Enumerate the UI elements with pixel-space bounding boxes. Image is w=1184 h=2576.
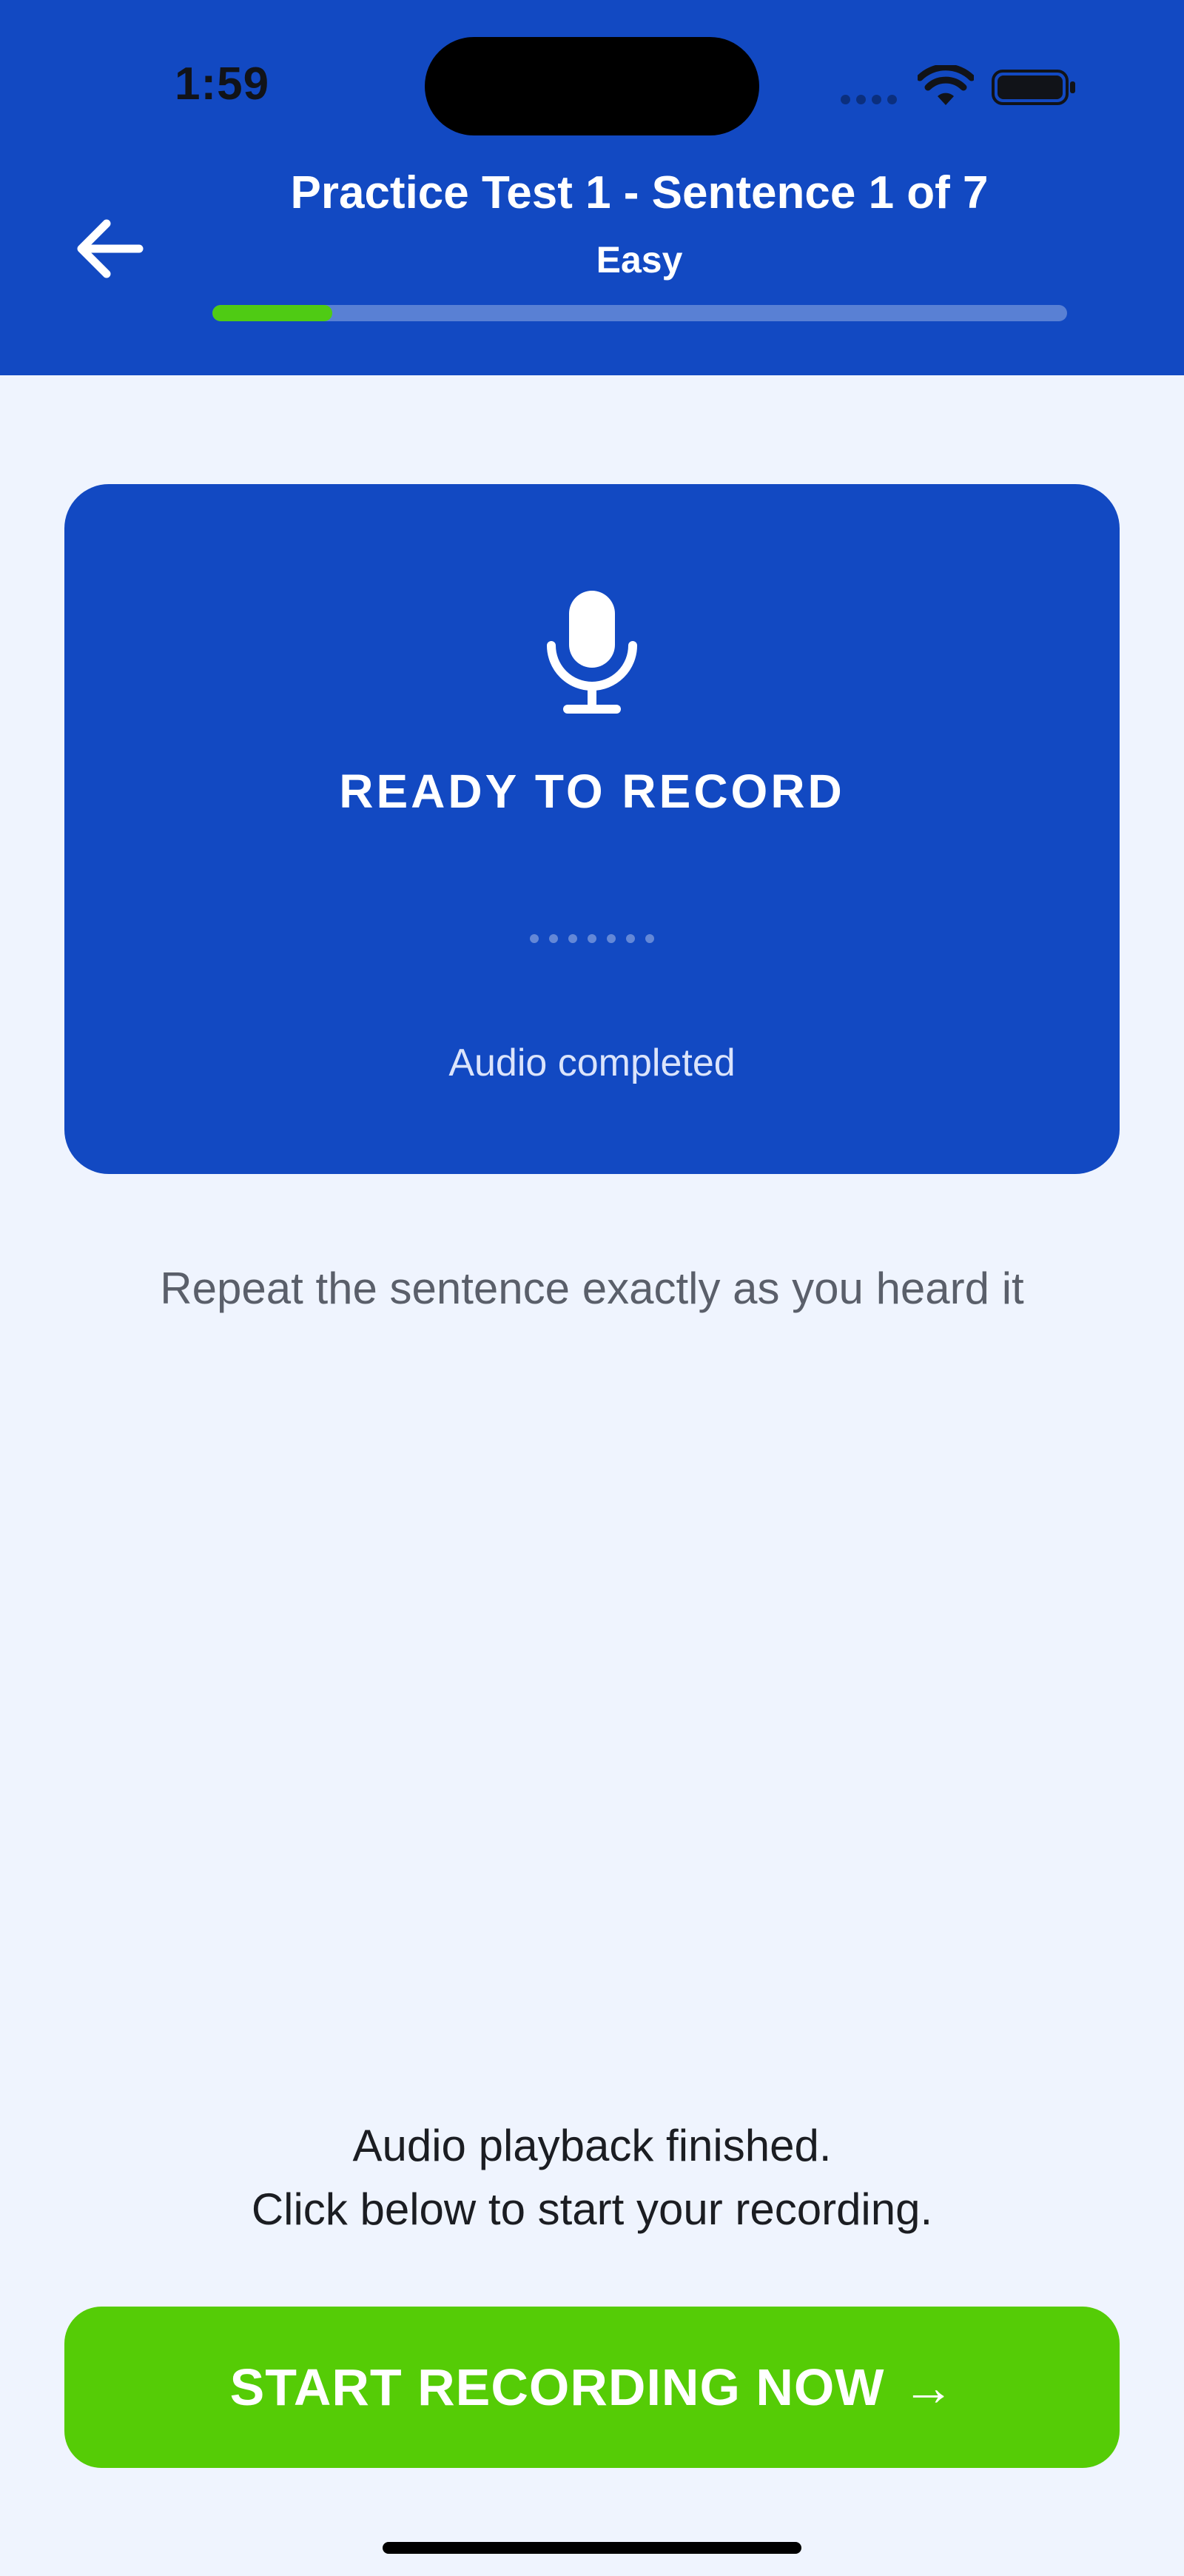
waveform-indicator — [64, 934, 1120, 943]
info-text-line2: Click below to start your recording. — [251, 2184, 933, 2234]
progress-bar-fill — [212, 305, 332, 321]
record-status-card: READY TO RECORD Audio completed — [64, 484, 1120, 1174]
waveform-dot — [530, 934, 539, 943]
progress-bar — [212, 305, 1067, 321]
instruction-text: Repeat the sentence exactly as you heard… — [160, 1264, 1024, 1313]
arrow-right-icon: → — [902, 2358, 955, 2416]
waveform-dot — [607, 934, 616, 943]
waveform-dot — [645, 934, 654, 943]
waveform-dot — [549, 934, 558, 943]
waveform-dot — [568, 934, 577, 943]
cellular-signal-icon — [841, 95, 897, 104]
battery-icon — [992, 70, 1075, 105]
info-text-line1: Audio playback finished. — [352, 2121, 832, 2170]
home-indicator[interactable] — [383, 2542, 801, 2554]
difficulty-label: Easy — [596, 239, 683, 281]
waveform-dot — [588, 934, 596, 943]
microphone-icon — [547, 591, 637, 714]
header-bar: 1:59 Practice Test 1 - Sentence 1 of 7 E… — [0, 0, 1184, 375]
start-recording-button[interactable]: START RECORDING NOW → — [64, 2307, 1120, 2468]
status-time: 1:59 — [175, 58, 270, 110]
start-recording-label: START RECORDING NOW — [229, 2358, 885, 2416]
page-title: Practice Test 1 - Sentence 1 of 7 — [290, 167, 989, 218]
wifi-icon — [918, 65, 974, 105]
dynamic-island — [425, 37, 759, 135]
audio-status-text: Audio completed — [448, 1042, 736, 1084]
record-card-title: READY TO RECORD — [339, 765, 845, 818]
waveform-dot — [626, 934, 635, 943]
